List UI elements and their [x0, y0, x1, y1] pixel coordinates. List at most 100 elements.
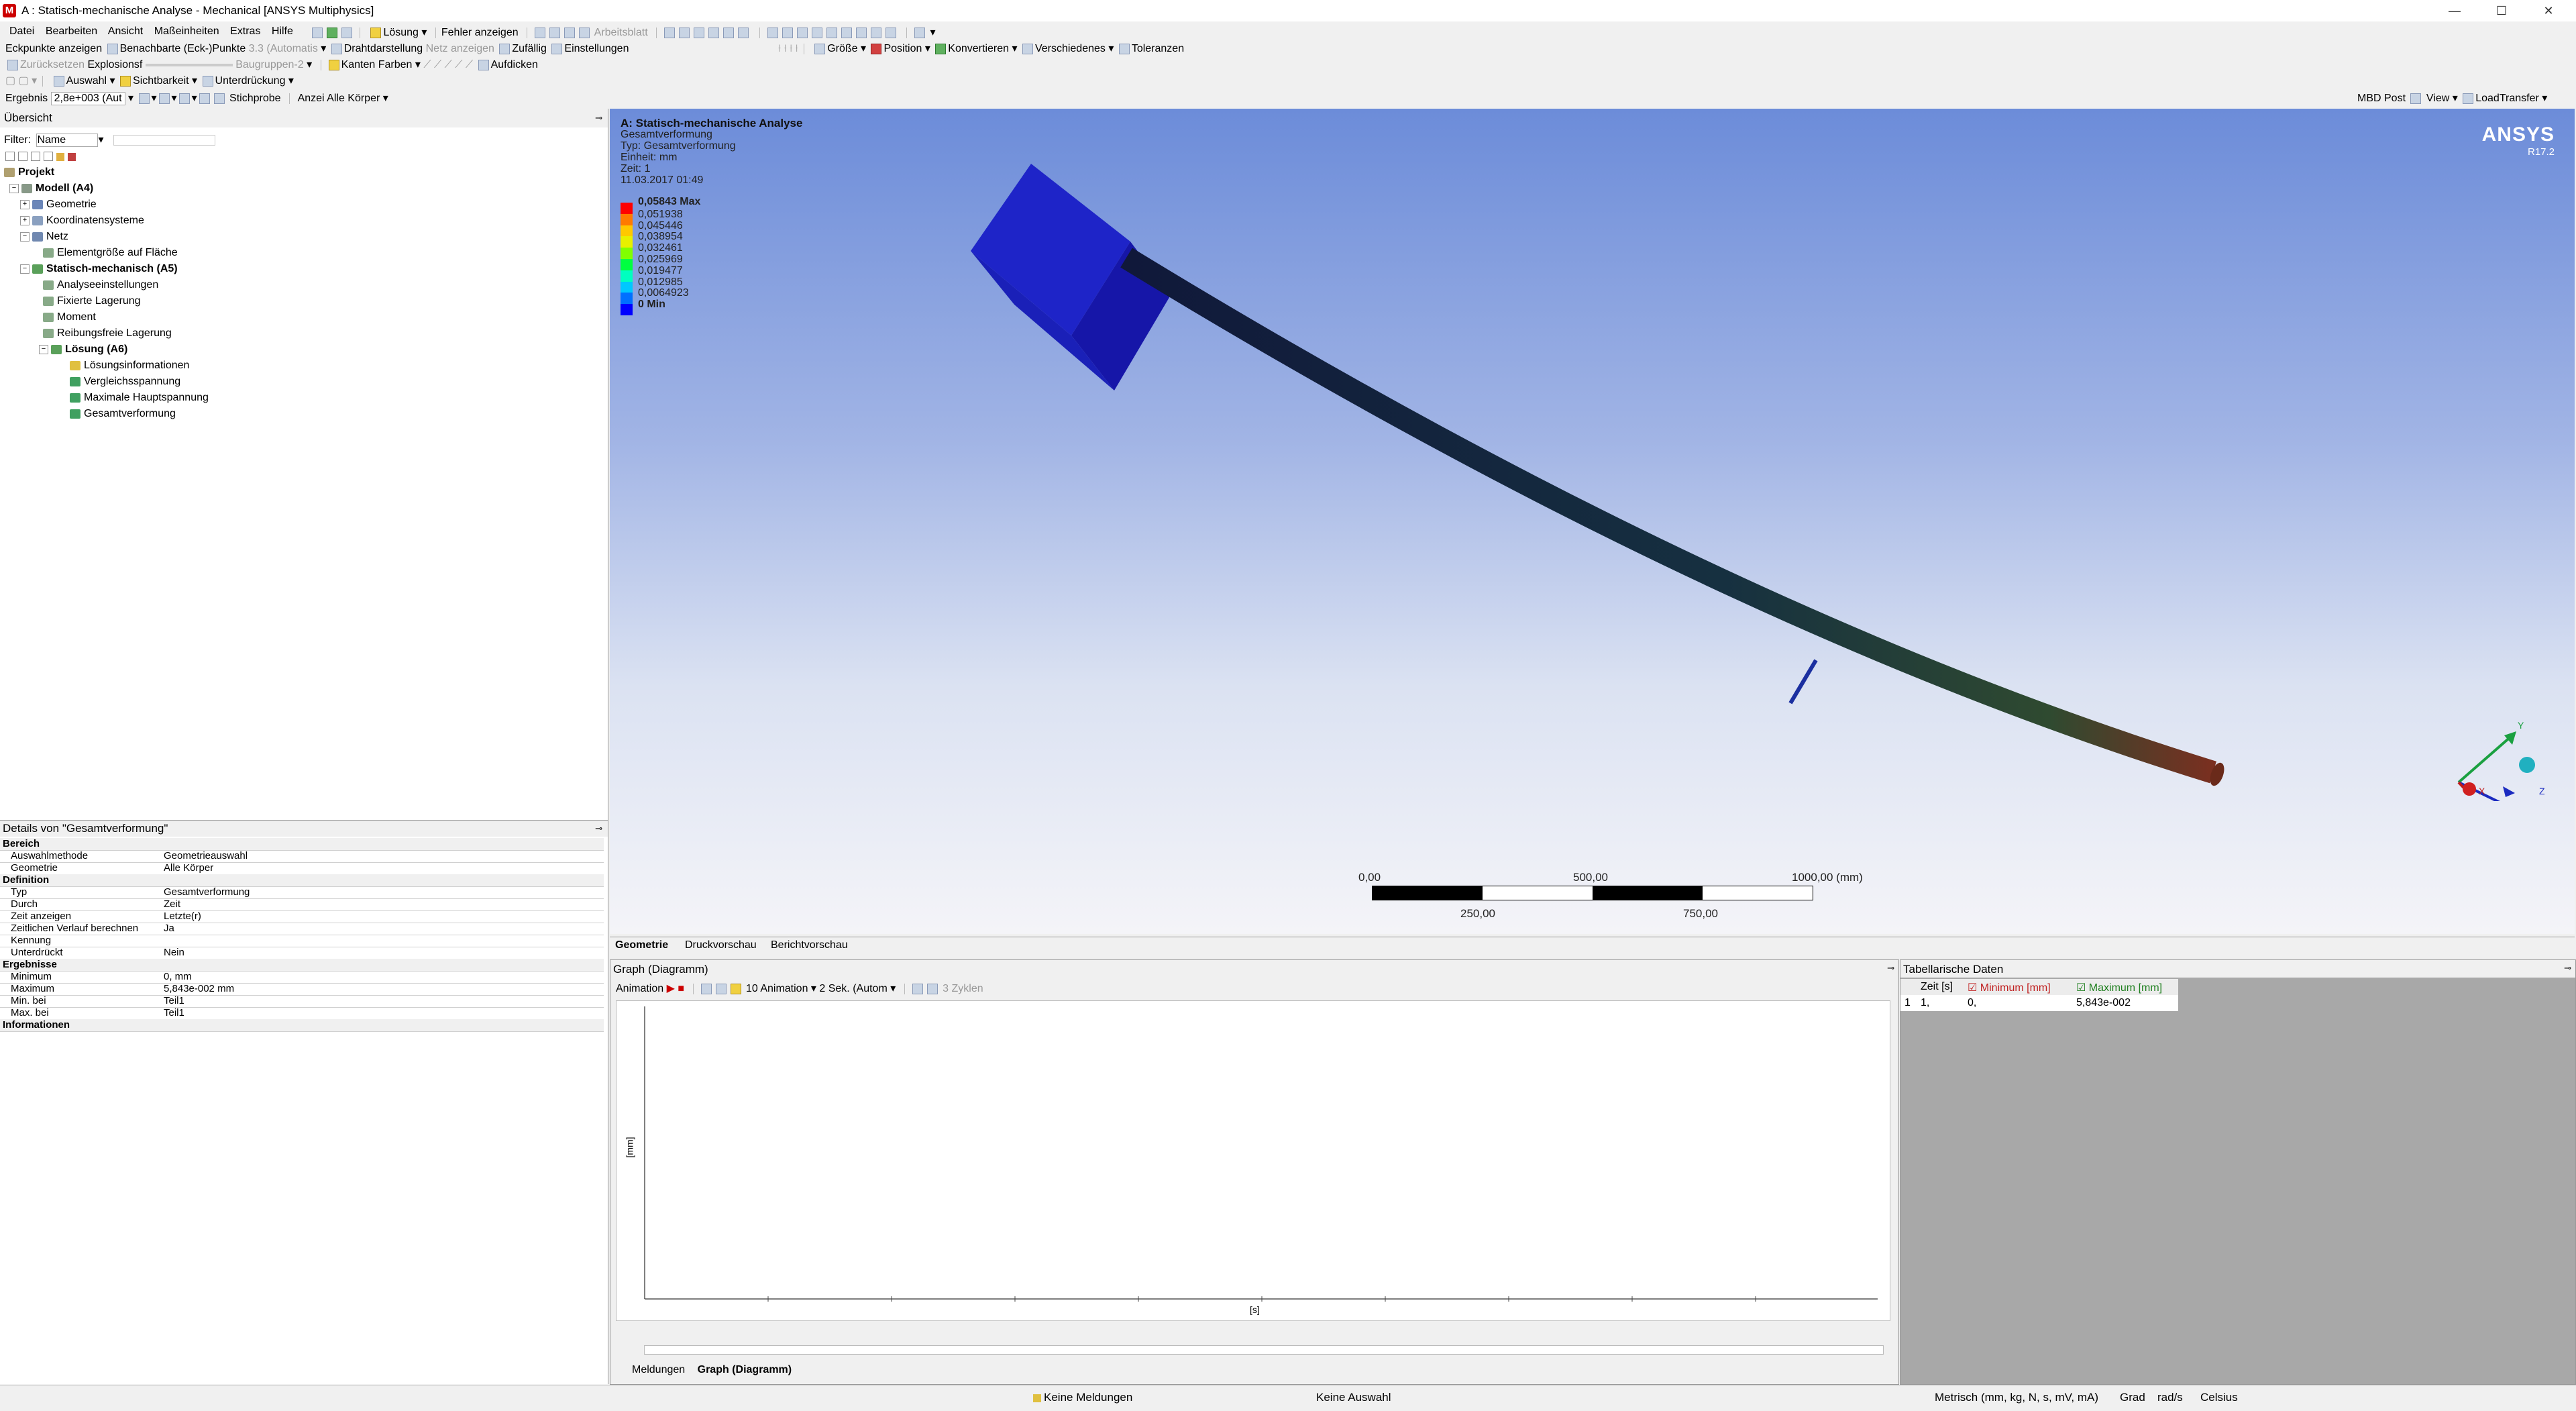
tree-filter-icon[interactable]	[68, 153, 76, 161]
tab-print-preview[interactable]: Druckvorschau	[685, 939, 757, 951]
cycles-button[interactable]: 3 Zyklen	[943, 983, 983, 994]
table-row[interactable]: 1 1, 0, 5,843e-002	[1900, 995, 2178, 1011]
menu-edit[interactable]: Bearbeiten	[46, 25, 97, 37]
adjacent-icon[interactable]	[107, 43, 118, 54]
settings-button[interactable]: Einstellungen	[564, 43, 629, 54]
tree-item-equivalent-stress[interactable]: Vergleichsspannung	[70, 374, 180, 389]
wireframe-icon[interactable]	[331, 43, 342, 54]
distributed-icon[interactable]	[912, 983, 923, 994]
rotate-icon[interactable]	[767, 27, 778, 38]
details-group[interactable]: Ergebnisse	[0, 959, 604, 972]
status-rotation[interactable]: rad/s	[2157, 1391, 2183, 1404]
details-row[interactable]: Geometrie Alle Körper	[0, 862, 604, 875]
zoom-fit-icon[interactable]	[926, 983, 938, 994]
settings-icon[interactable]	[551, 43, 563, 54]
select-vertex-icon[interactable]	[694, 27, 705, 38]
details-row[interactable]: Auswahlmethode Geometrieauswahl	[0, 850, 604, 863]
display-dropdown[interactable]: Alle Körper	[327, 93, 380, 104]
details-row[interactable]: Unterdrückt Nein	[0, 947, 604, 959]
suppression-icon[interactable]	[202, 75, 213, 87]
thicken-icon[interactable]	[478, 59, 489, 70]
tolerances-button[interactable]: Toleranzen	[1132, 43, 1184, 54]
details-row[interactable]: Minimum 0, mm	[0, 971, 604, 984]
size-dropdown[interactable]: Größe	[827, 43, 857, 54]
tree-item-frictionless-support[interactable]: Reibungsfreie Lagerung	[43, 326, 172, 341]
solve-button[interactable]: Lösung	[383, 27, 419, 38]
menu-units[interactable]: Maßeinheiten	[154, 25, 219, 37]
wireframe-toggle[interactable]: Drahtdarstellung	[344, 43, 423, 54]
filter-input[interactable]	[113, 134, 215, 146]
previous-view-icon[interactable]	[855, 27, 867, 38]
thicken-button[interactable]: Aufdicken	[491, 59, 538, 70]
tab-graph[interactable]: Graph (Diagramm)	[698, 1364, 792, 1375]
tree-item-solution-information[interactable]: Lösungsinformationen	[70, 358, 189, 373]
filter-dropdown[interactable]: Name	[36, 134, 99, 147]
selection-dropdown[interactable]: Auswahl	[66, 75, 107, 87]
graph-scrollbar[interactable]	[644, 1345, 1884, 1355]
details-row[interactable]: Zeit anzeigen Letzte(r)	[0, 910, 604, 923]
mbd-icon[interactable]	[2410, 93, 2422, 104]
status-temperature[interactable]: Celsius	[2200, 1391, 2238, 1404]
pin-icon[interactable]: ⊸	[2564, 963, 2571, 974]
tab-messages[interactable]: Meldungen	[632, 1364, 685, 1375]
status-angle[interactable]: Grad	[2120, 1391, 2145, 1404]
check-icon[interactable]	[327, 27, 337, 38]
select-face-icon[interactable]	[723, 27, 735, 38]
solve-icon[interactable]	[370, 27, 382, 38]
tree-item-geometry[interactable]: + Geometrie	[20, 197, 97, 212]
details-group[interactable]: Bereich	[0, 838, 604, 851]
details-group[interactable]: Definition	[0, 874, 604, 887]
select-edge-icon[interactable]	[708, 27, 720, 38]
print-icon[interactable]	[564, 27, 576, 38]
edges-icon[interactable]	[158, 93, 170, 104]
iso-view-icon[interactable]	[885, 27, 896, 38]
hint-icon[interactable]	[730, 983, 741, 994]
convert-icon[interactable]	[935, 43, 947, 54]
next-view-icon[interactable]	[870, 27, 881, 38]
status-units[interactable]: Metrisch (mm, kg, N, s, mV, mA)	[1935, 1391, 2098, 1404]
auto-scale-dropdown[interactable]: 3.3 (Automatis	[249, 43, 318, 54]
selection-icon[interactable]	[53, 75, 64, 87]
misc-dropdown[interactable]: Verschiedenes	[1035, 43, 1106, 54]
graph-plot-area[interactable]: [mm] [s]	[616, 1000, 1890, 1321]
position-icon[interactable]	[871, 43, 882, 54]
pan-icon[interactable]	[782, 27, 793, 38]
random-icon[interactable]	[499, 43, 511, 54]
details-row[interactable]: Zeitlichen Verlauf berechnen Ja	[0, 923, 604, 935]
edge-colors-dropdown[interactable]: Kanten Farben	[341, 59, 413, 70]
model-geometry[interactable]	[610, 109, 2575, 934]
show-mesh-toggle[interactable]: Netz anzeigen	[426, 43, 494, 54]
tree-item-total-deformation[interactable]: Gesamtverformung	[70, 407, 176, 421]
adjacent-vertices-toggle[interactable]: Benachbarte (Eck-)Punkte	[120, 43, 246, 54]
play-icon[interactable]: ▶	[667, 983, 675, 994]
tolerance-icon[interactable]	[1118, 43, 1130, 54]
col-time-header[interactable]: Zeit [s]	[1921, 981, 1953, 993]
tree-item-solution[interactable]: − Lösung (A6)	[39, 342, 127, 357]
details-row[interactable]: Max. bei Teil1	[0, 1007, 604, 1020]
expand-env-icon[interactable]	[31, 152, 40, 161]
collapse-icon[interactable]: −	[39, 344, 48, 354]
minimize-button[interactable]: —	[2431, 0, 2478, 21]
expand-all-icon[interactable]	[5, 152, 15, 161]
tree-item-fixed-support[interactable]: Fixierte Lagerung	[43, 294, 141, 309]
tree-item-coordinate-systems[interactable]: + Koordinatensysteme	[20, 213, 144, 228]
export-icon[interactable]	[341, 27, 352, 38]
worksheet-button[interactable]: Arbeitsblatt	[594, 27, 648, 38]
tree-item-static-structural[interactable]: − Statisch-mechanisch (A5)	[20, 262, 178, 276]
max-min-icon[interactable]	[199, 93, 210, 104]
folder-icon[interactable]	[56, 153, 64, 161]
duration-dropdown[interactable]: 2 Sek. (Autom	[819, 983, 887, 994]
graphics-viewport[interactable]: A: Statisch-mechanische Analyse Gesamtve…	[610, 109, 2575, 934]
close-button[interactable]: ✕	[2525, 0, 2572, 21]
probe-icon[interactable]	[213, 93, 225, 104]
new-icon[interactable]	[312, 27, 323, 38]
menu-view[interactable]: Ansicht	[108, 25, 143, 37]
details-row[interactable]: Maximum 5,843e-002 mm	[0, 983, 604, 996]
details-row[interactable]: Typ Gesamtverformung	[0, 886, 604, 899]
details-row[interactable]: Kennung	[0, 935, 604, 947]
report-icon[interactable]	[535, 27, 546, 38]
position-dropdown[interactable]: Position	[883, 43, 922, 54]
vectors-icon[interactable]	[178, 93, 190, 104]
pin-icon[interactable]: ⊸	[1887, 963, 1894, 974]
suppression-dropdown[interactable]: Unterdrückung	[215, 75, 286, 87]
